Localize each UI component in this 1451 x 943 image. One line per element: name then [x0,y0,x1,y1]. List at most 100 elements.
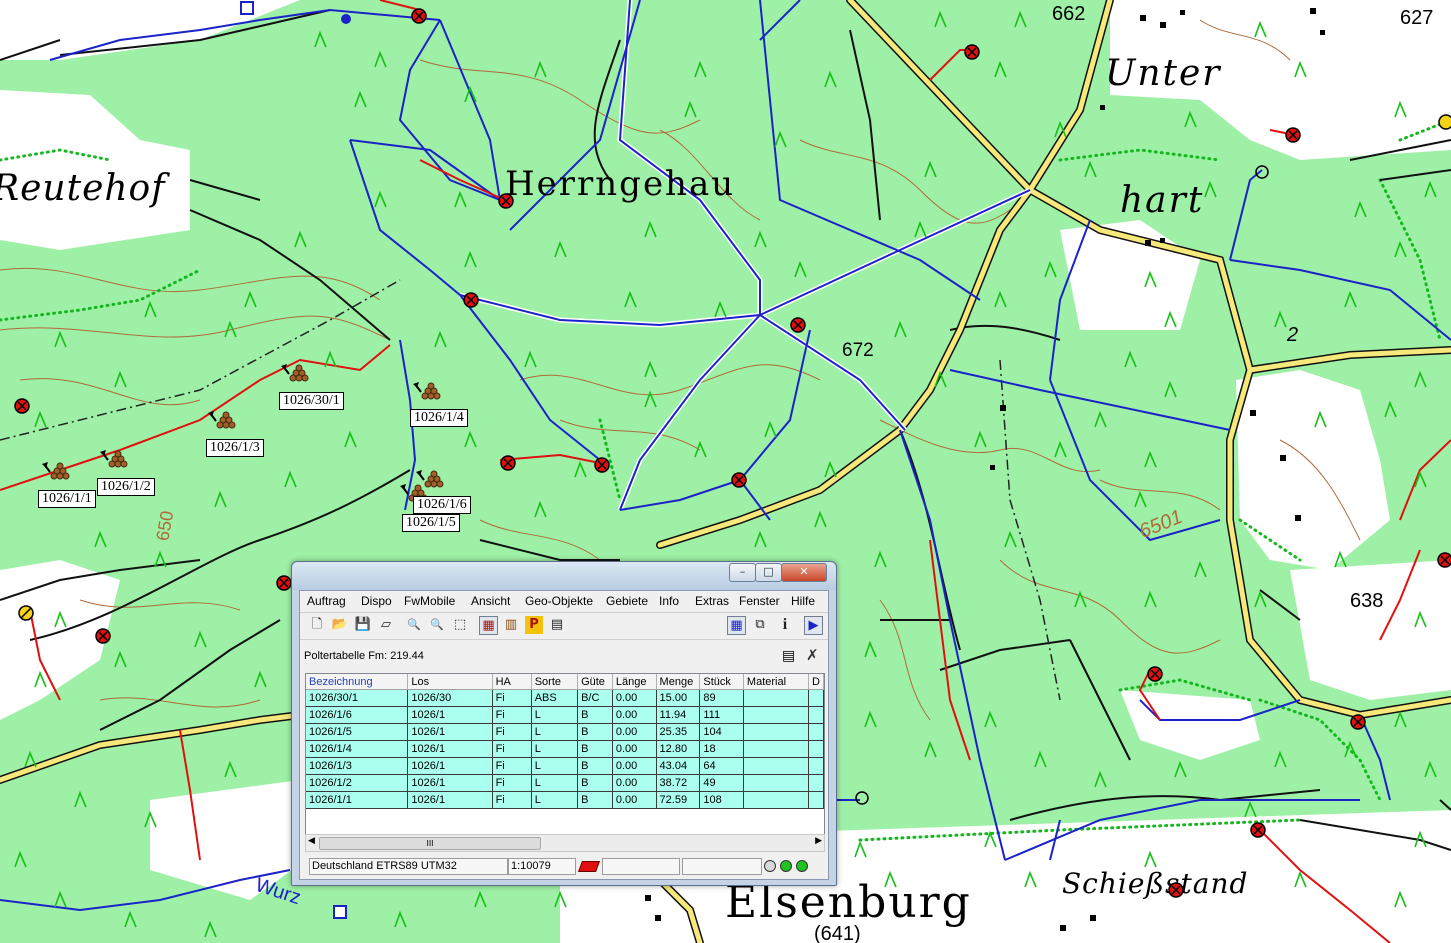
table-row[interactable]: 1026/1/2 1026/1 Fi L B 0.00 38.72 49 [306,774,824,792]
close-table-icon[interactable]: ✗ [806,646,819,664]
cell-los[interactable]: 1026/1 [407,706,493,724]
marker-icon[interactable] [411,8,427,24]
marker-icon[interactable] [1147,666,1163,682]
polter-label[interactable]: 1026/1/2 [97,478,155,496]
cell-sorte[interactable]: L [531,706,579,724]
cell-laenge[interactable]: 0.00 [612,706,657,724]
column-header-laenge[interactable]: Länge [612,674,657,690]
cell-sorte[interactable]: L [531,723,579,741]
cell-menge[interactable]: 12.80 [656,740,701,758]
cell-stueck[interactable]: 64 [699,757,744,775]
cell-los[interactable]: 1026/1 [407,757,493,775]
poltertabelle-icon[interactable]: ▦ [479,616,498,635]
cell-guete[interactable]: B [577,757,613,775]
menu-hilfe[interactable]: Hilfe [791,594,815,608]
column-header-los[interactable]: Los [407,674,493,690]
menu-auftrag[interactable]: Auftrag [307,594,346,608]
parking-icon[interactable]: P [525,616,543,634]
log-pile-icon[interactable] [413,382,441,400]
scroll-left-arrow-icon[interactable]: ◀ [308,836,315,846]
marker-icon[interactable] [500,455,516,471]
cell-laenge[interactable]: 0.00 [612,791,657,809]
cell-stueck[interactable]: 18 [699,740,744,758]
cell-bezeichnung[interactable]: 1026/1/2 [306,774,409,792]
cell-material[interactable] [743,774,809,792]
column-header-ha[interactable]: HA [492,674,532,690]
cell-menge[interactable]: 15.00 [656,689,701,707]
cell-guete[interactable]: B [577,706,613,724]
print-icon[interactable]: ▱ [377,616,395,634]
table-row[interactable]: 1026/1/6 1026/1 Fi L B 0.00 11.94 111 [306,706,824,724]
table-row[interactable]: 1026/1/3 1026/1 Fi L B 0.00 43.04 64 [306,757,824,775]
cell-guete[interactable]: B [577,791,613,809]
zoom-out-icon[interactable]: 🔍 [428,616,446,634]
holzstapel-icon[interactable]: ▥ [502,616,520,634]
cell-los[interactable]: 1026/1 [407,791,493,809]
menu-fwmobile[interactable]: FwMobile [404,594,455,608]
cell-bezeichnung[interactable]: 1026/1/3 [306,757,409,775]
menu-extras[interactable]: Extras [695,594,729,608]
marker-icon[interactable] [1437,552,1451,568]
cell-bezeichnung[interactable]: 1026/1/4 [306,740,409,758]
cell-laenge[interactable]: 0.00 [612,689,657,707]
cell-sorte[interactable]: ABS [531,689,579,707]
scroll-thumb[interactable]: III [319,837,541,850]
cell-material[interactable] [743,791,809,809]
menu-gebiete[interactable]: Gebiete [606,594,648,608]
marker-icon[interactable] [964,44,980,60]
cell-ha[interactable]: Fi [492,723,532,741]
polter-label[interactable]: 1026/1/5 [402,514,460,532]
marker-icon[interactable] [276,575,292,591]
cell-material[interactable] [743,689,809,707]
cell-material[interactable] [743,723,809,741]
table-row[interactable]: 1026/30/1 1026/30 Fi ABS B/C 0.00 15.00 89 [306,689,824,707]
log-pile-icon[interactable] [208,411,236,429]
pen-tool-icon[interactable] [577,861,601,872]
marker-icon[interactable] [1250,822,1266,838]
cell-d[interactable] [808,774,824,792]
marker-icon[interactable] [1285,127,1301,143]
table-row[interactable]: 1026/1/5 1026/1 Fi L B 0.00 25.35 104 [306,723,824,741]
zoom-in-icon[interactable]: 🔍 [405,616,423,634]
title-bar[interactable]: – □ ✕ [292,562,836,590]
cell-d[interactable] [808,706,824,724]
cell-bezeichnung[interactable]: 1026/1/1 [306,791,409,809]
column-header-bezeichnung[interactable]: Bezeichnung [306,674,409,690]
cell-stueck[interactable]: 49 [699,774,744,792]
cell-menge[interactable]: 38.72 [656,774,701,792]
cell-material[interactable] [743,740,809,758]
marker-icon[interactable] [14,398,30,414]
menu-ansicht[interactable]: Ansicht [471,594,510,608]
cell-los[interactable]: 1026/1 [407,774,493,792]
cell-d[interactable] [808,740,824,758]
polter-label[interactable]: 1026/1/6 [413,496,471,514]
cell-guete[interactable]: B [577,723,613,741]
save-icon[interactable]: 💾 [354,616,372,634]
cell-d[interactable] [808,723,824,741]
cell-sorte[interactable]: L [531,757,579,775]
cell-material[interactable] [743,706,809,724]
cell-ha[interactable]: Fi [492,740,532,758]
marker-icon[interactable] [463,292,479,308]
column-header-d[interactable]: D [808,674,824,690]
cell-ha[interactable]: Fi [492,689,532,707]
select-area-icon[interactable]: ⬚ [451,616,469,634]
copy-window-icon[interactable]: ⧉ [751,616,769,634]
cell-d[interactable] [808,689,824,707]
cell-laenge[interactable]: 0.00 [612,723,657,741]
cell-ha[interactable]: Fi [492,706,532,724]
cell-bezeichnung[interactable]: 1026/1/6 [306,706,409,724]
column-header-stueck[interactable]: Stück [699,674,744,690]
polter-label[interactable]: 1026/1/3 [206,439,264,457]
table-row[interactable]: 1026/1/1 1026/1 Fi L B 0.00 72.59 108 [306,791,824,809]
polter-label[interactable]: 1026/1/1 [38,490,96,508]
cell-menge[interactable]: 11.94 [656,706,701,724]
table-icon[interactable]: ▤ [548,616,566,634]
horizontal-scrollbar[interactable]: ◀ III ▶ [305,834,825,852]
marker-icon[interactable] [594,457,610,473]
cell-menge[interactable]: 72.59 [656,791,701,809]
column-header-guete[interactable]: Güte [577,674,613,690]
log-pile-icon[interactable] [416,470,444,488]
cell-stueck[interactable]: 108 [699,791,744,809]
cell-laenge[interactable]: 0.00 [612,757,657,775]
